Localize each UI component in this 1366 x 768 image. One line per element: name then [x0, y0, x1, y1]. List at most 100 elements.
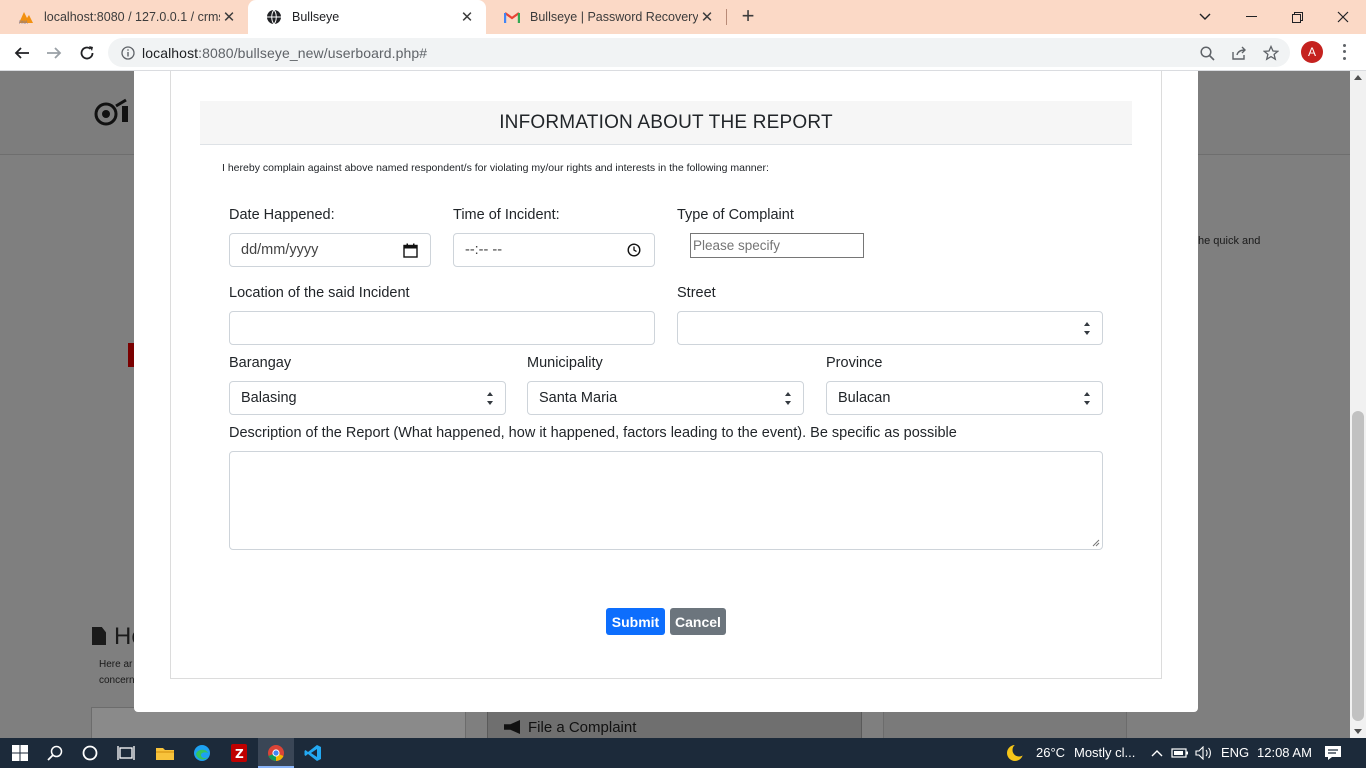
- time-input[interactable]: --:-- --: [453, 233, 655, 267]
- phpmyadmin-icon: PMA: [18, 9, 34, 25]
- tab-title: Bullseye: [292, 10, 340, 24]
- bookmark-star-icon[interactable]: [1262, 44, 1280, 62]
- zoom-search-icon[interactable]: [1198, 44, 1216, 62]
- submit-button[interactable]: Submit: [606, 608, 665, 635]
- street-label: Street: [677, 285, 716, 301]
- minimize-icon[interactable]: [1228, 0, 1274, 34]
- barangay-value: Balasing: [241, 390, 297, 406]
- province-label: Province: [826, 355, 883, 371]
- select-arrows-icon: [785, 392, 793, 405]
- barangay-select[interactable]: Balasing: [229, 381, 506, 415]
- municipality-value: Santa Maria: [539, 390, 618, 406]
- address-bar[interactable]: localhost:8080/bullseye_new/userboard.ph…: [108, 38, 1290, 67]
- cancel-button[interactable]: Cancel: [670, 608, 726, 635]
- site-info-icon[interactable]: [120, 45, 136, 61]
- time-placeholder: --:-- --: [465, 242, 503, 258]
- file-complaint-label: File a Complaint: [528, 718, 637, 736]
- municipality-label: Municipality: [527, 355, 603, 371]
- megaphone-icon: [504, 720, 520, 734]
- weather-moon-icon[interactable]: [1005, 743, 1025, 763]
- date-input[interactable]: dd/mm/yyyy: [229, 233, 431, 267]
- page-scrollbar[interactable]: [1350, 71, 1366, 738]
- scroll-up-arrow-icon[interactable]: [1354, 75, 1362, 80]
- volume-icon[interactable]: [1194, 743, 1214, 763]
- share-icon[interactable]: [1230, 44, 1248, 62]
- hero-text-fragment: he quick and: [1198, 235, 1261, 247]
- edge-browser-icon[interactable]: [192, 743, 212, 763]
- reload-icon[interactable]: [75, 41, 99, 65]
- url-path: :8080/bullseye_new/userboard.php#: [198, 44, 428, 61]
- tab-title: Bullseye | Password Recovery Lin: [530, 10, 698, 24]
- svg-text:PMA: PMA: [19, 20, 28, 25]
- select-arrows-icon: [1084, 322, 1092, 335]
- weather-condition[interactable]: Mostly cl...: [1074, 745, 1135, 760]
- restore-icon[interactable]: [1274, 0, 1320, 34]
- complaint-type-placeholder: Please specify: [693, 238, 781, 253]
- clock-time[interactable]: 12:08 AM: [1257, 745, 1312, 760]
- resize-handle-icon[interactable]: [1092, 539, 1100, 547]
- scroll-thumb[interactable]: [1352, 411, 1364, 721]
- globe-icon: [266, 9, 282, 25]
- scroll-down-arrow-icon[interactable]: [1354, 729, 1362, 734]
- calendar-icon[interactable]: [402, 242, 418, 258]
- windows-taskbar: Z 26°C Mostly cl... ENG 12:08 AM: [0, 738, 1366, 768]
- forward-arrow-icon[interactable]: [42, 41, 66, 65]
- complaint-type-input[interactable]: Please specify: [690, 233, 864, 258]
- close-icon[interactable]: ✕: [458, 8, 476, 26]
- back-arrow-icon[interactable]: [10, 41, 34, 65]
- barangay-label: Barangay: [229, 355, 292, 371]
- window-close-icon[interactable]: [1320, 0, 1366, 34]
- location-input[interactable]: [229, 311, 655, 345]
- select-arrows-icon: [487, 392, 495, 405]
- tab-title: localhost:8080 / 127.0.0.1 / crms_: [44, 10, 220, 24]
- close-icon[interactable]: ✕: [698, 8, 716, 26]
- tab-bullseye[interactable]: Bullseye ✕: [248, 0, 486, 34]
- tab-search-chevron-icon[interactable]: [1182, 0, 1228, 34]
- input-language[interactable]: ENG: [1221, 745, 1249, 760]
- description-textarea[interactable]: [229, 451, 1103, 550]
- cortana-icon[interactable]: [80, 743, 100, 763]
- task-view-icon[interactable]: [116, 743, 136, 763]
- section-title: INFORMATION ABOUT THE REPORT: [200, 101, 1132, 145]
- vscode-icon[interactable]: [303, 743, 323, 763]
- time-label: Time of Incident:: [453, 207, 560, 223]
- weather-temperature[interactable]: 26°C: [1036, 745, 1065, 760]
- filezilla-icon[interactable]: Z: [229, 743, 249, 763]
- url-host: localhost: [142, 44, 199, 61]
- bullseye-logo-icon: [94, 98, 128, 126]
- profile-avatar[interactable]: A: [1301, 41, 1323, 63]
- clock-icon[interactable]: [626, 242, 642, 258]
- browser-tab-strip: PMA localhost:8080 / 127.0.0.1 / crms_ ✕…: [0, 0, 1366, 34]
- svg-text:Z: Z: [235, 747, 244, 761]
- url-text[interactable]: localhost:8080/bullseye_new/userboard.ph…: [142, 45, 427, 61]
- gmail-icon: [504, 9, 520, 25]
- close-icon[interactable]: ✕: [220, 8, 238, 26]
- windows-start-icon[interactable]: [10, 743, 30, 763]
- section-text-fragment: concern: [99, 675, 135, 686]
- browser-toolbar: localhost:8080/bullseye_new/userboard.ph…: [0, 34, 1366, 71]
- search-icon[interactable]: [45, 743, 65, 763]
- report-modal: INFORMATION ABOUT THE REPORT I hereby co…: [134, 71, 1198, 712]
- tray-chevron-up-icon[interactable]: [1147, 743, 1167, 763]
- description-label: Description of the Report (What happened…: [229, 425, 957, 441]
- complaint-intro-text: I hereby complain against above named re…: [222, 162, 769, 174]
- file-explorer-icon[interactable]: [155, 743, 175, 763]
- tab-phpmyadmin[interactable]: PMA localhost:8080 / 127.0.0.1 / crms_ ✕: [0, 0, 248, 34]
- browser-menu-icon[interactable]: [1336, 42, 1352, 62]
- tab-gmail[interactable]: Bullseye | Password Recovery Lin ✕: [486, 0, 726, 34]
- province-value: Bulacan: [838, 390, 891, 406]
- chrome-icon[interactable]: [266, 743, 286, 763]
- province-select[interactable]: Bulacan: [826, 381, 1103, 415]
- location-label: Location of the said Incident: [229, 285, 410, 301]
- street-select[interactable]: [677, 311, 1103, 345]
- battery-icon[interactable]: [1170, 743, 1190, 763]
- new-tab-icon[interactable]: +: [737, 5, 759, 28]
- date-placeholder: dd/mm/yyyy: [241, 242, 319, 258]
- section-text-fragment: Here ar: [99, 659, 133, 670]
- notifications-icon[interactable]: [1323, 743, 1343, 763]
- select-arrows-icon: [1084, 392, 1092, 405]
- date-label: Date Happened:: [229, 207, 335, 223]
- document-icon: [92, 627, 106, 645]
- municipality-select[interactable]: Santa Maria: [527, 381, 804, 415]
- tab-separator: [726, 9, 727, 25]
